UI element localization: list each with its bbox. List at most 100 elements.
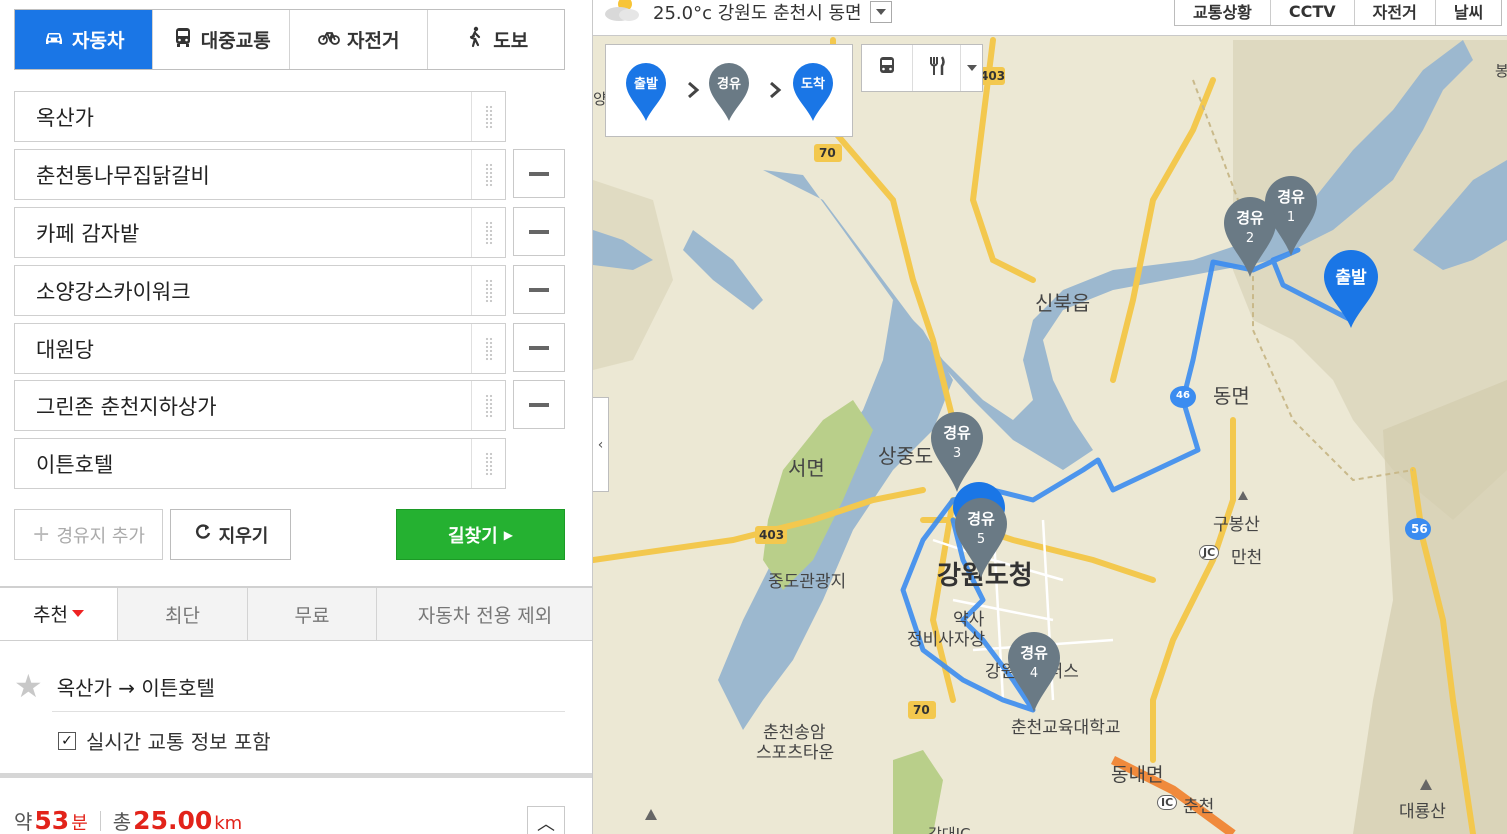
map-view[interactable]: 70 403 403 70 56 46 신북읍 동면 서면 상중도 강원도청 중… xyxy=(593,0,1507,834)
route-title: ★ 옥산가 → 이튼호텔 xyxy=(14,668,215,704)
distance-value: 25.00 xyxy=(133,806,213,834)
add-waypoint-button[interactable]: + 경유지 추가 xyxy=(14,509,163,560)
caret-down-icon xyxy=(71,610,84,617)
mode-tab-car[interactable]: 자동차 xyxy=(15,10,152,69)
drag-handle-icon[interactable] xyxy=(471,381,505,430)
drag-handle-icon[interactable] xyxy=(471,439,505,488)
road-shield-70: 70 xyxy=(913,703,930,717)
place-label: 신북읍 xyxy=(1035,291,1091,315)
weather-info: 25.0°c 강원도 춘천시 동면 xyxy=(599,0,892,24)
remove-waypoint-button[interactable] xyxy=(513,380,565,429)
star-icon[interactable]: ★ xyxy=(14,670,43,702)
layer-weather-button[interactable]: 날씨 xyxy=(1434,0,1501,25)
panel-collapse-toggle[interactable]: ‹ xyxy=(593,397,609,492)
mode-label: 자전거 xyxy=(347,30,400,52)
road-shield-403: 403 xyxy=(980,69,1006,83)
tab-shortest[interactable]: 최단 xyxy=(117,588,247,640)
place-label: 상중도 xyxy=(878,444,934,468)
duration-unit: 분 xyxy=(71,813,88,834)
traffic-option[interactable]: ✓ 실시간 교통 정보 포함 xyxy=(58,726,271,755)
waypoint-input[interactable]: 그린존 춘천지하상가 xyxy=(14,380,506,431)
chevron-up-icon: ︿ xyxy=(537,814,555,834)
remove-waypoint-button[interactable] xyxy=(513,265,565,314)
place-label: 서면 xyxy=(788,456,825,480)
minus-icon xyxy=(529,229,549,234)
place-label: 동면 xyxy=(1213,384,1250,408)
approx-label: 약 xyxy=(14,810,33,834)
bus-icon xyxy=(171,25,195,54)
total-label: 총 xyxy=(112,810,132,834)
road-shield-46: 46 xyxy=(1176,390,1190,401)
via-marker-4[interactable]: 경유 4 xyxy=(1006,630,1062,714)
bus-stop-toggle[interactable] xyxy=(862,45,912,91)
place-label: 중도관광지 xyxy=(768,572,847,592)
plus-icon: + xyxy=(32,522,51,547)
restaurant-toggle[interactable] xyxy=(912,45,960,91)
clear-button[interactable]: 지우기 xyxy=(170,509,291,560)
place-label: 구봉산 xyxy=(1213,515,1260,535)
remove-waypoint-button[interactable] xyxy=(513,323,565,372)
divider xyxy=(99,810,101,831)
drag-handle-icon[interactable] xyxy=(471,266,505,315)
drag-handle-icon[interactable] xyxy=(471,208,505,257)
place-label: 동내면 xyxy=(1111,764,1164,786)
remove-waypoint-button[interactable] xyxy=(513,207,565,256)
legend-start-label: 출발 xyxy=(634,77,658,92)
waypoint-input[interactable]: 이튼호텔 xyxy=(14,438,506,489)
find-route-button[interactable]: 길찾기 ▶ xyxy=(396,509,565,560)
minus-icon xyxy=(529,345,549,350)
tab-label: 자동차 전용 제외 xyxy=(417,604,553,627)
weather-dropdown-button[interactable] xyxy=(869,1,892,23)
drag-handle-icon[interactable] xyxy=(471,92,505,141)
ic-label: IC xyxy=(1157,795,1178,810)
place-label: 춘천 xyxy=(1183,797,1215,817)
distance-unit: km xyxy=(214,813,243,834)
road-shield-56: 56 xyxy=(1411,522,1428,536)
mode-tab-bicycle[interactable]: 자전거 xyxy=(289,10,427,69)
via-marker-5[interactable]: 경유 5 xyxy=(953,496,1009,580)
map-poi-tools xyxy=(861,44,983,92)
place-label: 봉 xyxy=(1495,62,1507,80)
mode-tab-transit[interactable]: 대중교통 xyxy=(151,10,290,69)
layer-cctv-button[interactable]: CCTV xyxy=(1269,0,1354,25)
mode-tab-walk[interactable]: 도보 xyxy=(426,10,565,69)
waypoint-input[interactable]: 소양강스카이워크 xyxy=(14,265,506,316)
layer-traffic-button[interactable]: 교통상황 xyxy=(1175,0,1270,25)
map-layer-buttons: 교통상황 CCTV 자전거 날씨 xyxy=(1174,0,1503,26)
directions-panel: 자동차 대중교통 자전거 도보 옥산가 춘천통나무집닭갈비 카페 감자밭 소양강… xyxy=(0,0,593,834)
place-label: 만천 xyxy=(1231,548,1263,568)
tab-exclude-motorway[interactable]: 자동차 전용 제외 xyxy=(376,588,592,640)
caret-down-icon xyxy=(875,9,886,15)
map-top-bar: 25.0°c 강원도 춘천시 동면 교통상황 CCTV 자전거 날씨 xyxy=(593,0,1507,36)
jc-label: JC xyxy=(1199,545,1220,560)
waypoint-input[interactable]: 춘천통나무집닭갈비 xyxy=(14,149,506,200)
start-marker[interactable]: 출발 xyxy=(1322,248,1380,330)
fork-knife-icon xyxy=(925,54,949,82)
route-title-text: 옥산가 → 이튼호텔 xyxy=(56,675,215,700)
drag-handle-icon[interactable] xyxy=(471,150,505,199)
tab-label: 추천 xyxy=(33,604,68,626)
layer-bicycle-button[interactable]: 자전거 xyxy=(1353,0,1435,25)
waypoint-input[interactable]: 대원당 xyxy=(14,323,506,374)
waypoint-input[interactable]: 카페 감자밭 xyxy=(14,207,506,258)
traffic-checkbox[interactable]: ✓ xyxy=(58,731,76,750)
tab-label: 무료 xyxy=(294,604,330,627)
divider xyxy=(52,711,565,712)
waypoint-input[interactable]: 옥산가 xyxy=(14,91,506,142)
legend-end-label: 도착 xyxy=(801,77,825,92)
tab-free[interactable]: 무료 xyxy=(247,588,376,640)
find-route-label: 길찾기 xyxy=(448,525,498,547)
traffic-label: 실시간 교통 정보 포함 xyxy=(86,730,271,754)
remove-waypoint-button[interactable] xyxy=(513,149,565,198)
poi-dropdown-button[interactable] xyxy=(960,45,982,91)
transport-mode-tabs: 자동차 대중교통 자전거 도보 xyxy=(14,9,565,70)
caret-down-icon xyxy=(966,65,977,71)
via-marker-2[interactable]: 경유 2 xyxy=(1222,195,1278,279)
drag-handle-icon[interactable] xyxy=(471,324,505,373)
tab-recommended[interactable]: 추천 xyxy=(0,588,117,640)
road-shield-70: 70 xyxy=(819,146,836,160)
mode-label: 도보 xyxy=(493,30,529,52)
car-icon xyxy=(42,25,66,54)
minus-icon xyxy=(529,171,549,176)
collapse-button[interactable]: ︿ xyxy=(527,806,565,834)
